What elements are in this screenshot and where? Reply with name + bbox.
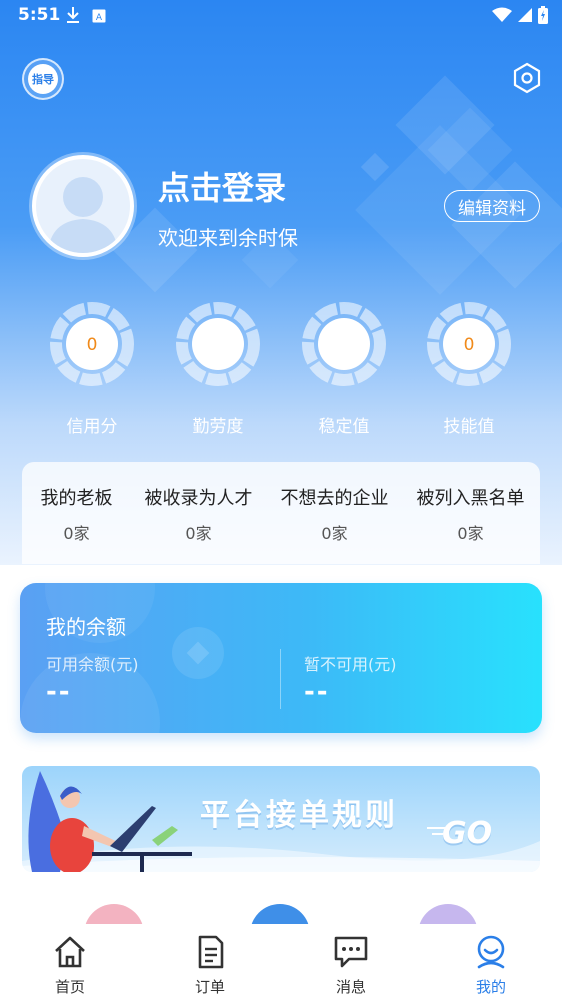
balance-title: 我的余额 xyxy=(46,615,126,639)
guide-label: 指导 xyxy=(28,64,58,94)
blacklist-item[interactable]: 被列入黑名单 0家 xyxy=(406,484,535,544)
signal-icon xyxy=(517,7,533,27)
login-prompt[interactable]: 点击登录 xyxy=(158,163,286,209)
item-count: 0家 xyxy=(63,524,90,543)
tab-label: 首页 xyxy=(54,978,85,996)
item-count: 0家 xyxy=(457,524,484,543)
download-icon xyxy=(66,6,80,28)
item-title: 不想去的企业 xyxy=(280,488,389,509)
stat-skill[interactable]: 0 技能值 xyxy=(421,300,517,437)
unwanted-companies-item[interactable]: 不想去的企业 0家 xyxy=(270,484,399,544)
tab-label: 我的 xyxy=(475,978,506,996)
tab-messages[interactable]: 消息 xyxy=(311,934,391,997)
stat-label: 技能值 xyxy=(443,417,495,437)
banner-title: 平台接单规则 xyxy=(200,798,398,833)
available-balance-value: -- xyxy=(46,677,72,707)
my-bosses-item[interactable]: 我的老板 0家 xyxy=(12,484,141,544)
tab-label: 订单 xyxy=(194,978,225,996)
relations-card: 我的老板 0家 被收录为人才 0家 不想去的企业 0家 被列入黑名单 0家 xyxy=(22,462,540,564)
unavailable-balance-value: -- xyxy=(304,677,330,707)
stat-label: 信用分 xyxy=(66,417,118,437)
avatar[interactable] xyxy=(32,155,134,257)
message-icon xyxy=(334,936,368,968)
settings-button[interactable] xyxy=(512,62,542,94)
item-title: 被列入黑名单 xyxy=(416,488,525,509)
tab-label: 消息 xyxy=(335,978,366,996)
edit-profile-button[interactable]: 编辑资料 xyxy=(444,190,540,222)
welcome-text: 欢迎来到余时保 xyxy=(158,226,298,250)
battery-icon xyxy=(538,6,548,28)
skill-ring: 0 xyxy=(427,302,511,386)
default-avatar-icon xyxy=(48,177,118,253)
svg-text:A: A xyxy=(96,13,103,23)
wifi-icon xyxy=(492,7,512,27)
keyboard-notification-icon: A xyxy=(92,8,106,27)
balance-divider xyxy=(280,649,281,709)
item-title: 我的老板 xyxy=(40,488,113,509)
tab-orders[interactable]: 订单 xyxy=(170,934,250,997)
available-balance-label: 可用余额(元) xyxy=(46,655,139,674)
stat-label: 稳定值 xyxy=(318,417,370,437)
status-bar: 5:51 A xyxy=(0,0,562,34)
tab-profile[interactable]: 我的 xyxy=(451,934,531,997)
balance-card[interactable]: 我的余额 可用余额(元) -- 暂不可用(元) -- xyxy=(20,583,542,733)
item-count: 0家 xyxy=(321,524,348,543)
item-title: 被收录为人才 xyxy=(144,488,253,509)
stat-diligence[interactable]: 勤劳度 xyxy=(170,300,266,437)
profile-icon xyxy=(477,935,505,969)
order-rules-banner[interactable]: 平台接单规则 GO xyxy=(22,766,540,872)
stat-credit-score[interactable]: 0 信用分 xyxy=(44,300,140,437)
tab-home[interactable]: 首页 xyxy=(30,934,110,997)
talent-list-item[interactable]: 被收录为人才 0家 xyxy=(134,484,263,544)
banner-go-text: GO xyxy=(442,816,493,851)
stability-ring xyxy=(302,302,386,386)
stat-label: 勤劳度 xyxy=(192,417,244,437)
credit-score-ring: 0 xyxy=(50,302,134,386)
diligence-ring xyxy=(176,302,260,386)
item-count: 0家 xyxy=(185,524,212,543)
order-icon xyxy=(198,935,224,969)
status-time: 5:51 xyxy=(18,5,61,25)
stat-value: 0 xyxy=(87,335,98,355)
settings-hexagon-icon xyxy=(513,62,541,94)
stat-value: 0 xyxy=(464,335,475,355)
home-icon xyxy=(55,936,85,968)
stat-stability[interactable]: 稳定值 xyxy=(296,300,392,437)
unavailable-balance-label: 暂不可用(元) xyxy=(304,655,397,674)
bottom-tab-bar: 首页 订单 消息 我的 xyxy=(0,924,562,1000)
guide-button[interactable]: 指导 xyxy=(22,58,64,100)
